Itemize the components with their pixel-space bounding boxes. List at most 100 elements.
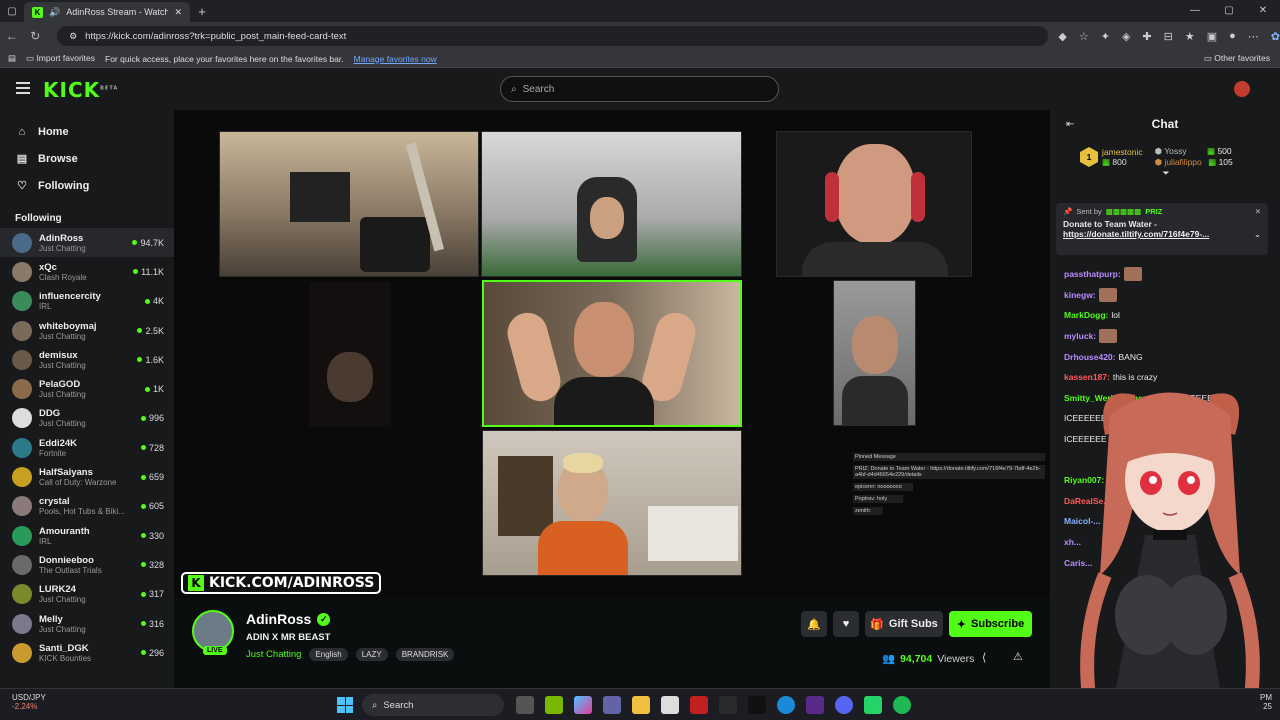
chat-username[interactable]: MarkDogg: <box>1064 310 1108 320</box>
epic-games-icon[interactable] <box>719 696 737 714</box>
following-channel[interactable]: LURK24 Just Chatting 317 <box>0 580 174 609</box>
stream-category[interactable]: Just Chatting <box>246 649 301 660</box>
nvidia-icon[interactable] <box>545 696 563 714</box>
copilot-icon[interactable] <box>574 696 592 714</box>
store-icon[interactable] <box>661 696 679 714</box>
user-avatar[interactable] <box>1234 81 1250 97</box>
collections-icon[interactable]: ▣ <box>1207 30 1217 43</box>
copilot-icon[interactable]: ✿ <box>1271 30 1280 43</box>
channel-viewer-count: 330 <box>148 530 164 541</box>
unpin-icon[interactable]: ✕ <box>1255 207 1261 216</box>
notification-bell-button[interactable]: 🔔 <box>801 611 827 637</box>
chat-username[interactable]: kinegw: <box>1064 290 1096 300</box>
mute-icon[interactable]: 🔊 <box>49 7 60 18</box>
following-channel[interactable]: Donnieeboo The Outlast Trials 328 <box>0 550 174 579</box>
video-player[interactable]: Pinned Message PRIZ: Donate to Team Wate… <box>174 110 1050 598</box>
puzzle-icon[interactable]: ✚ <box>1142 30 1151 43</box>
following-channel[interactable]: xQc Clash Royale 11.1K <box>0 257 174 286</box>
next-app-icon[interactable] <box>806 696 824 714</box>
browser-tab[interactable]: K 🔊 AdinRoss Stream - Watch Li... ✕ <box>24 2 190 22</box>
expand-pinned-icon[interactable]: ⌄ <box>1254 229 1261 240</box>
close-tab-icon[interactable]: ✕ <box>174 7 182 18</box>
following-channel[interactable]: crystal Pools, Hot Tubs & Biki... 605 <box>0 492 174 521</box>
app-724-icon[interactable] <box>690 696 708 714</box>
tag-brandrisk[interactable]: BRANDRISK <box>395 648 455 661</box>
spotify-icon[interactable] <box>893 696 911 714</box>
maximize-icon[interactable]: ▢ <box>1212 0 1246 22</box>
channel-category: Just Chatting <box>39 243 86 253</box>
subscribe-button[interactable]: ✦ Subscribe <box>949 611 1032 637</box>
tab-actions-icon[interactable]: ▢ <box>0 6 24 17</box>
kick-logo[interactable]: KICKBETA <box>43 78 118 102</box>
nav-following[interactable]: ♡ Following <box>0 172 174 199</box>
star-icon[interactable]: ☆ <box>1079 30 1089 43</box>
star-icon: ✦ <box>956 618 967 631</box>
chat-username[interactable]: Drhouse420: <box>1064 352 1116 362</box>
windows-start-icon[interactable] <box>337 697 353 713</box>
search-input[interactable]: ⌕ Search <box>500 76 779 102</box>
stock-widget[interactable]: USD/JPY -2.24% <box>12 693 46 711</box>
teams-icon[interactable] <box>603 696 621 714</box>
new-tab-icon[interactable]: + <box>190 4 214 19</box>
follow-heart-button[interactable]: ♥ <box>833 611 859 637</box>
following-channel[interactable]: PelaGOD Just Chatting 1K <box>0 374 174 403</box>
chat-username[interactable]: myluck: <box>1064 331 1096 341</box>
chat-text: BANG <box>1118 351 1143 362</box>
following-channel[interactable]: HalfSaiyans Call of Duty: Warzone 659 <box>0 462 174 491</box>
camera-feed-main <box>482 280 742 427</box>
share-icon[interactable]: ⟨ <box>982 651 986 664</box>
pin-icon: 📌 <box>1063 207 1073 216</box>
import-favorites-button[interactable]: ▭ Import favorites <box>26 53 95 64</box>
report-icon[interactable]: ⚠ <box>1013 650 1023 663</box>
tag-english[interactable]: English <box>309 648 348 661</box>
following-channel[interactable]: influencercity IRL 4K <box>0 287 174 316</box>
gift-subs-button[interactable]: 🎁 Gift Subs <box>865 611 943 637</box>
chat-username[interactable]: passthatpurp: <box>1064 269 1121 279</box>
favorites-hint: For quick access, place your favorites h… <box>105 53 344 64</box>
following-channel[interactable]: whiteboymaj Just Chatting 2.5K <box>0 316 174 345</box>
other-favorites-button[interactable]: ▭ Other favorites <box>1204 53 1270 64</box>
menu-icon[interactable] <box>16 82 30 94</box>
expand-gifters-icon[interactable]: ⏷ <box>1052 168 1280 179</box>
edge-icon[interactable] <box>777 696 795 714</box>
minimize-icon[interactable]: — <box>1178 0 1212 22</box>
following-channel[interactable]: AdinRoss Just Chatting 94.7K <box>0 228 174 258</box>
favorites-icon[interactable]: ★ <box>1185 30 1195 43</box>
following-channel[interactable]: Santi_DGK KICK Bounties 296 <box>0 638 174 667</box>
shield-icon[interactable]: ◈ <box>1122 30 1130 43</box>
channel-info: Santi_DGK KICK Bounties <box>39 643 141 663</box>
tag-icon[interactable]: ◆ <box>1058 30 1066 43</box>
back-icon[interactable]: ← <box>0 29 24 43</box>
file-explorer-icon[interactable] <box>632 696 650 714</box>
pinned-link[interactable]: https://donate.tiltify.com/716f4e79-... <box>1063 229 1209 240</box>
channel-category: Clash Royale <box>39 272 87 282</box>
tag-lazy[interactable]: LAZY <box>355 648 388 661</box>
following-channel[interactable]: Melly Just Chatting 316 <box>0 609 174 638</box>
following-channel[interactable]: demisux Just Chatting 1.6K <box>0 345 174 374</box>
discord-icon[interactable] <box>835 696 853 714</box>
manage-favorites-link[interactable]: Manage favorites now <box>354 54 437 64</box>
whatsapp-icon[interactable] <box>864 696 882 714</box>
gifter-1[interactable]: 1 jamestonic ▦ 800 ⬢ Yossy ▦ 500 ⬢ julia… <box>1080 146 1280 168</box>
gifter-name[interactable]: Yossy <box>1164 146 1186 156</box>
split-screen-icon[interactable]: ⊟ <box>1164 30 1173 43</box>
nav-browse[interactable]: ▤ Browse <box>0 145 174 172</box>
more-icon[interactable]: ⋯ <box>1248 30 1259 43</box>
following-channel[interactable]: DDG Just Chatting 996 <box>0 404 174 433</box>
following-channel[interactable]: Eddi24K Fortnite 728 <box>0 433 174 462</box>
close-window-icon[interactable]: ✕ <box>1246 0 1280 22</box>
profile-icon[interactable]: ● <box>1229 30 1236 43</box>
url-field[interactable]: ⚙ https://kick.com/adinross?trk=public_p… <box>57 26 1049 46</box>
reload-icon[interactable]: ↻ <box>24 29 48 43</box>
nav-home[interactable]: ⌂ Home <box>0 118 174 145</box>
site-info-icon[interactable]: ⚙ <box>69 31 77 42</box>
favorites-menu-icon[interactable]: ▤ <box>8 53 16 64</box>
tiktok-icon[interactable] <box>748 696 766 714</box>
gifter-name[interactable]: juliafilippo <box>1164 157 1201 167</box>
extension-icon[interactable]: ✦ <box>1101 30 1110 43</box>
streamer-name[interactable]: AdinRoss <box>246 611 311 627</box>
following-channel[interactable]: Amouranth IRL 330 <box>0 521 174 550</box>
taskbar-search[interactable]: ⌕ Search <box>362 694 504 716</box>
clock[interactable]: PM 25 <box>1260 693 1272 711</box>
task-view-icon[interactable] <box>516 696 534 714</box>
